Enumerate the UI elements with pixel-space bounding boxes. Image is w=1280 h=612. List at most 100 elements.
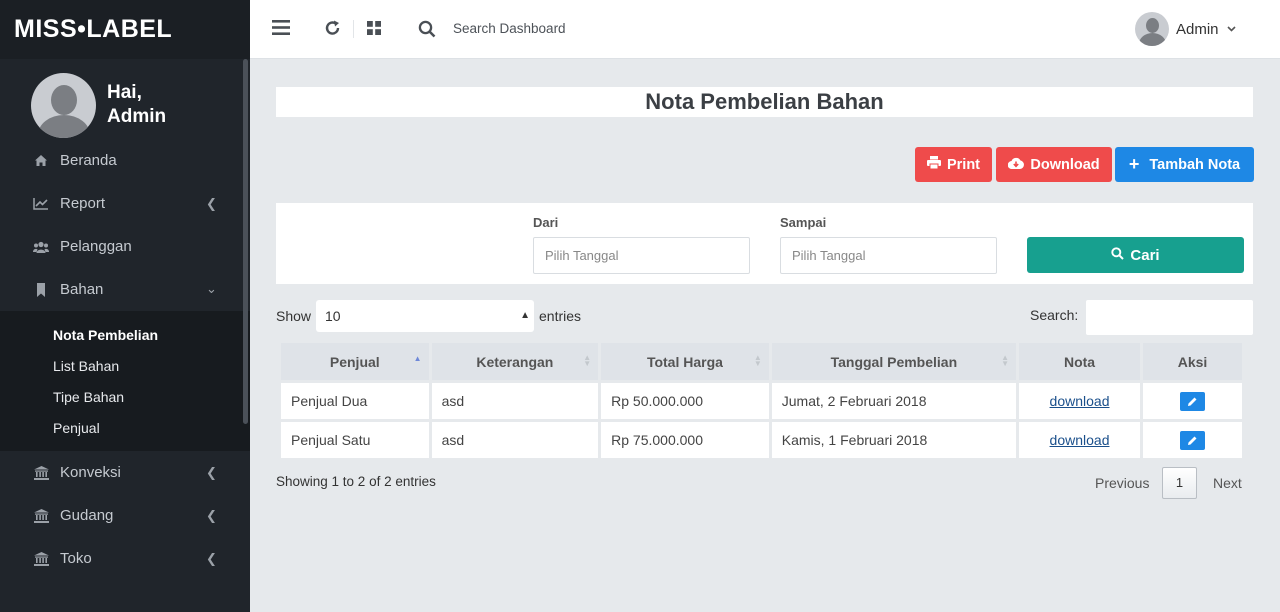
sort-icon: ▲ ▼ bbox=[583, 353, 592, 368]
chevron-left-icon: ❮ bbox=[206, 465, 217, 480]
nota-download-link[interactable]: download bbox=[1050, 393, 1110, 409]
date-filter-panel: Dari Pilih Tanggal Sampai Pilih Tanggal … bbox=[276, 203, 1253, 284]
topbar-divider bbox=[353, 20, 354, 38]
show-label: Show bbox=[276, 308, 312, 324]
from-date-label: Dari bbox=[533, 215, 559, 230]
cell-penjual: Penjual Dua bbox=[281, 383, 429, 419]
cell-nota: download bbox=[1019, 383, 1141, 419]
chevron-left-icon: ❮ bbox=[206, 508, 217, 523]
search-icon[interactable] bbox=[418, 20, 436, 41]
cell-total-harga: Rp 75.000.000 bbox=[601, 422, 769, 458]
print-icon bbox=[926, 156, 941, 173]
cell-aksi bbox=[1143, 422, 1242, 458]
chevron-left-icon: ❮ bbox=[206, 551, 217, 566]
bahan-submenu: Nota Pembelian List Bahan Tipe Bahan Pen… bbox=[0, 311, 250, 451]
entries-select[interactable]: 10 ▲ bbox=[316, 300, 534, 332]
sidebar-subitem-penjual[interactable]: Penjual bbox=[0, 412, 250, 443]
cell-total-harga: Rp 50.000.000 bbox=[601, 383, 769, 419]
download-button-label: Download bbox=[1030, 156, 1100, 173]
avatar bbox=[1135, 12, 1169, 46]
to-date-input[interactable]: Pilih Tanggal bbox=[780, 237, 997, 274]
pagination-next[interactable]: Next bbox=[1213, 475, 1242, 491]
column-header-tanggal-pembelian[interactable]: Tanggal Pembelian ▲ ▼ bbox=[771, 343, 1016, 380]
print-button-label: Print bbox=[946, 156, 981, 173]
cell-keterangan: asd bbox=[431, 383, 599, 419]
table-search-label: Search: bbox=[1030, 307, 1079, 323]
search-button-label: Cari bbox=[1130, 246, 1160, 264]
sidebar-item-report[interactable]: Report ❮ bbox=[0, 182, 250, 225]
table-row: Penjual Satu asd Rp 75.000.000 Kamis, 1 … bbox=[281, 422, 1242, 458]
plus-icon: + bbox=[1128, 154, 1140, 174]
sidebar-item-toko[interactable]: Toko ❮ bbox=[0, 537, 250, 580]
sidebar-subitem-list-bahan[interactable]: List Bahan bbox=[0, 350, 250, 381]
column-header-penjual[interactable]: Penjual ▲ bbox=[281, 343, 429, 380]
sidebar-item-label: Pelanggan bbox=[60, 238, 132, 255]
pagination-previous[interactable]: Previous bbox=[1095, 475, 1149, 491]
chevron-left-icon: ❮ bbox=[206, 196, 217, 211]
brand-logo[interactable]: MISS•LABEL bbox=[0, 0, 250, 59]
grid-icon[interactable] bbox=[367, 21, 381, 38]
home-icon bbox=[33, 153, 49, 169]
table-row: Penjual Dua asd Rp 50.000.000 Jumat, 2 F… bbox=[281, 383, 1242, 419]
sidebar-item-label: Report bbox=[60, 195, 106, 212]
to-date-label: Sampai bbox=[780, 215, 827, 230]
sidebar-item-beranda[interactable]: Beranda bbox=[0, 139, 250, 182]
chart-line-icon bbox=[33, 196, 49, 212]
from-date-input[interactable]: Pilih Tanggal bbox=[533, 237, 750, 274]
sidebar-subitem-nota-pembelian[interactable]: Nota Pembelian bbox=[0, 319, 250, 350]
column-header-aksi: Aksi bbox=[1143, 343, 1242, 380]
nota-table: Penjual ▲ Keterangan ▲ ▼ Total Harga ▲ ▼ Tang… bbox=[278, 340, 1245, 461]
user-profile: Hai, Admin bbox=[0, 59, 250, 139]
user-menu[interactable]: Admin bbox=[1135, 12, 1236, 46]
download-button[interactable]: Download bbox=[996, 147, 1112, 182]
sidebar-item-pelanggan[interactable]: Pelanggan bbox=[0, 225, 250, 268]
search-button[interactable]: Cari bbox=[1027, 237, 1244, 273]
institution-icon bbox=[33, 508, 49, 524]
sidebar-item-konveksi[interactable]: Konveksi ❮ bbox=[0, 451, 250, 494]
pagination-page-1[interactable]: 1 bbox=[1162, 467, 1197, 499]
sidebar-menu: Beranda Report ❮ Pelanggan Bahan ⌄ Nota … bbox=[0, 139, 250, 580]
cell-nota: download bbox=[1019, 422, 1141, 458]
sidebar-item-label: Konveksi bbox=[60, 464, 121, 481]
table-search-input[interactable] bbox=[1086, 300, 1253, 335]
cell-tanggal: Jumat, 2 Februari 2018 bbox=[771, 383, 1016, 419]
hamburger-menu-icon[interactable] bbox=[272, 20, 290, 38]
entries-label: entries bbox=[539, 308, 582, 324]
cell-tanggal: Kamis, 1 Februari 2018 bbox=[771, 422, 1016, 458]
print-button[interactable]: Print bbox=[915, 147, 992, 182]
select-arrows-icon: ▲ bbox=[520, 310, 530, 321]
page-title: Nota Pembelian Bahan bbox=[645, 89, 884, 114]
chevron-down-icon bbox=[1226, 24, 1236, 35]
pencil-icon bbox=[1188, 436, 1197, 445]
topbar: Search Dashboard Admin bbox=[250, 0, 1280, 59]
add-nota-button[interactable]: + Tambah Nota bbox=[1115, 147, 1254, 182]
edit-button[interactable] bbox=[1180, 391, 1206, 411]
cell-aksi bbox=[1143, 383, 1242, 419]
sort-icon: ▲ ▼ bbox=[1001, 353, 1009, 368]
users-icon bbox=[33, 239, 49, 255]
dashboard-search-input[interactable]: Search Dashboard bbox=[453, 21, 566, 36]
nota-download-link[interactable]: download bbox=[1050, 432, 1110, 448]
column-header-nota: Nota bbox=[1019, 343, 1141, 380]
refresh-icon[interactable] bbox=[324, 20, 341, 39]
sort-icon: ▲ ▼ bbox=[753, 353, 762, 368]
cell-penjual: Penjual Satu bbox=[281, 422, 429, 458]
user-name: Admin bbox=[1176, 20, 1219, 38]
chevron-down-icon: ⌄ bbox=[206, 281, 217, 296]
column-header-keterangan[interactable]: Keterangan ▲ ▼ bbox=[431, 343, 599, 380]
column-header-total-harga[interactable]: Total Harga ▲ ▼ bbox=[601, 343, 769, 380]
edit-button[interactable] bbox=[1180, 430, 1206, 450]
avatar bbox=[31, 72, 96, 138]
sidebar-item-gudang[interactable]: Gudang ❮ bbox=[0, 494, 250, 537]
sidebar-item-label: Bahan bbox=[60, 281, 104, 298]
institution-icon bbox=[33, 465, 49, 481]
sidebar-item-bahan[interactable]: Bahan ⌄ bbox=[0, 268, 250, 311]
entries-select-value: 10 bbox=[325, 308, 341, 324]
add-nota-button-label: Tambah Nota bbox=[1149, 156, 1241, 173]
bookmark-icon bbox=[33, 282, 49, 298]
pencil-icon bbox=[1188, 397, 1197, 406]
page-title-box: Nota Pembelian Bahan bbox=[276, 87, 1253, 117]
sidebar-item-label: Gudang bbox=[60, 507, 114, 524]
sidebar-subitem-tipe-bahan[interactable]: Tipe Bahan bbox=[0, 381, 250, 412]
profile-name: Admin bbox=[107, 106, 167, 127]
